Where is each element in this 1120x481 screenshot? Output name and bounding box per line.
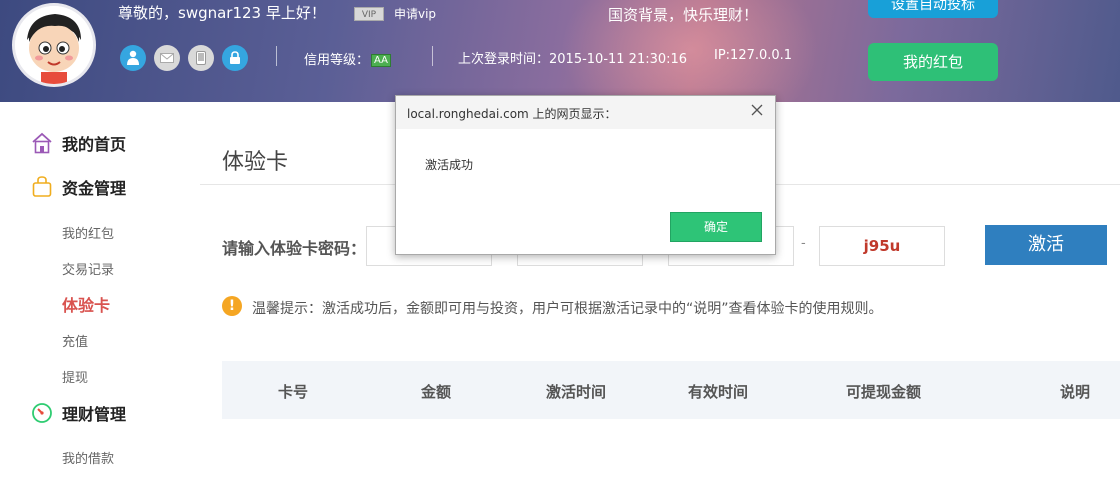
tip-text: 温馨提示：激活成功后，金额即可用与投资，用户可根据激活记录中的“说明”查看体验卡… (252, 301, 883, 317)
sidebar-item-redpack[interactable]: 我的红包 (62, 223, 114, 242)
bag-icon (30, 175, 54, 199)
apply-vip-link[interactable]: 申请vip (394, 5, 436, 22)
slogan-text: 国资背景，快乐理财！ (608, 6, 759, 24)
user-header: 尊敬的，swgnar123 早上好！ VIP 申请vip 国资背景，快乐理财！ … (0, 0, 1120, 102)
user-profile-icon[interactable] (120, 45, 146, 71)
vip-badge: VIP (354, 7, 384, 21)
card-password-label: 请输入体验卡密码： (222, 239, 367, 258)
warning-icon: ! (222, 296, 242, 316)
field-separator: - (801, 236, 806, 251)
dialog-message: 激活成功 (425, 158, 474, 172)
column-header-amount: 金额 (421, 383, 452, 401)
sidebar-item-trial-card[interactable]: 体验卡 (62, 292, 110, 316)
lock-icon[interactable] (222, 45, 248, 71)
my-redpack-button[interactable]: 我的红包 (868, 43, 998, 81)
login-ip: IP:127.0.0.1 (714, 48, 793, 63)
column-header-withdrawable: 可提现金额 (846, 383, 922, 401)
sidebar-item-withdraw[interactable]: 提现 (62, 367, 88, 386)
records-table-header: 卡号 金额 激活时间 有效时间 可提现金额 说明 (222, 361, 1120, 419)
sidebar-item-my-loans[interactable]: 我的借款 (62, 448, 114, 467)
sidebar-group-label: 理财管理 (62, 405, 127, 424)
gauge-icon (30, 401, 54, 425)
column-header-valid-until: 有效时间 (688, 383, 749, 401)
header-divider (276, 46, 277, 66)
credit-value-badge: AA (371, 54, 391, 67)
last-login-time: 上次登录时间：2015-10-11 21:30:16 (458, 52, 688, 67)
page-title: 体验卡 (222, 150, 289, 175)
avatar[interactable] (12, 3, 96, 87)
home-icon (30, 131, 54, 155)
email-icon[interactable] (154, 45, 180, 71)
credit-level: 信用等级： AA (304, 49, 391, 68)
sidebar-item-transactions[interactable]: 交易记录 (62, 259, 114, 278)
sidebar-group-home[interactable]: 我的首页 (30, 131, 126, 155)
auto-bid-button[interactable]: 设置自动投标 (868, 0, 998, 18)
sidebar-group-funds[interactable]: 资金管理 (30, 175, 126, 199)
avatar-cartoon-icon (15, 6, 93, 84)
dialog-title: local.ronghedai.com 上的网页显示： (407, 107, 617, 121)
sidebar-group-investment[interactable]: 理财管理 (30, 401, 126, 425)
column-header-notes: 说明 (1060, 383, 1091, 401)
sidebar-group-label: 资金管理 (62, 179, 127, 198)
header-divider (432, 46, 433, 66)
column-header-card-no: 卡号 (278, 383, 309, 401)
alert-dialog: local.ronghedai.com 上的网页显示： 激活成功 确定 (395, 95, 776, 255)
close-icon[interactable] (749, 102, 765, 118)
dialog-header: local.ronghedai.com 上的网页显示： (396, 96, 775, 129)
sidebar-item-recharge[interactable]: 充值 (62, 331, 88, 350)
phone-icon[interactable] (188, 45, 214, 71)
card-password-field-4[interactable]: j95u (819, 226, 945, 266)
greeting-text: 尊敬的，swgnar123 早上好！ (118, 4, 326, 22)
ok-button[interactable]: 确定 (670, 212, 762, 242)
sidebar-group-label: 我的首页 (62, 135, 127, 154)
activate-button[interactable]: 激活 (985, 225, 1107, 265)
column-header-activated-at: 激活时间 (546, 383, 607, 401)
credit-label: 信用等级： (304, 53, 370, 68)
